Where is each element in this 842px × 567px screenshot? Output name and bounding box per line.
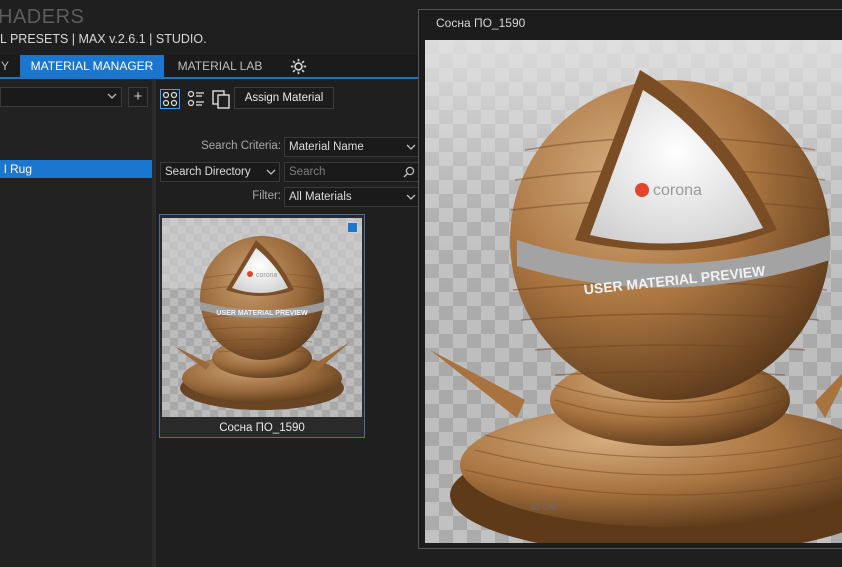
chevron-down-icon [406, 144, 416, 150]
app-title: HADERS [0, 6, 85, 28]
search-directory-select[interactable]: Search Directory [160, 162, 280, 182]
panel-splitter[interactable] [152, 79, 155, 567]
chevron-down-icon [406, 194, 416, 200]
svg-text:USER MATERIAL PREVIEW: USER MATERIAL PREVIEW [216, 310, 308, 317]
library-tree-item-selected[interactable]: l Rug [0, 160, 152, 178]
search-criteria-select[interactable]: Material Name [284, 137, 420, 157]
search-placeholder: Search [289, 166, 326, 178]
settings-gear-icon[interactable] [290, 58, 307, 75]
tab-partial[interactable]: Y [0, 55, 15, 77]
thumbnail-checkbox[interactable] [347, 222, 358, 233]
corona-logo: corona [653, 182, 702, 199]
preview-title: Сосна ПО_1590 [436, 16, 526, 30]
chevron-down-icon [107, 93, 117, 99]
thumbnail-caption: Сосна ПО_1590 [219, 422, 305, 434]
material-preview-image: corona USER MATERIAL PREVIEW 40 CM [425, 40, 842, 543]
search-directory-value: Search Directory [165, 166, 251, 178]
tab-bar: Y MATERIAL MANAGER MATERIAL LAB [0, 55, 418, 79]
search-icon[interactable] [403, 166, 415, 178]
filter-label: Filter: [252, 190, 281, 202]
filter-select[interactable]: All Materials [284, 187, 420, 207]
search-criteria-value: Material Name [289, 141, 364, 153]
svg-text:corona: corona [256, 272, 278, 279]
list-view-icon[interactable] [186, 89, 206, 109]
grid-view-icon[interactable] [160, 89, 180, 109]
assign-material-button[interactable]: Assign Material [234, 87, 334, 109]
search-criteria-label: Search Criteria: [201, 140, 281, 152]
add-library-button[interactable]: + [128, 87, 148, 107]
library-panel [0, 79, 156, 567]
tab-material-lab[interactable]: MATERIAL LAB [168, 55, 272, 77]
material-thumbnail-image: corona USER MATERIAL PREVIEW [162, 218, 362, 417]
chevron-down-icon [266, 169, 276, 175]
floor-scale-text: 40 CM [530, 502, 557, 512]
search-input[interactable]: Search [284, 162, 420, 182]
tab-material-manager[interactable]: MATERIAL MANAGER [20, 55, 164, 77]
filter-value: All Materials [289, 191, 352, 203]
copy-icon[interactable] [211, 89, 231, 109]
library-select[interactable] [0, 87, 122, 107]
app-subtitle: L PRESETS | MAX v.2.6.1 | STUDIO. [0, 32, 207, 46]
